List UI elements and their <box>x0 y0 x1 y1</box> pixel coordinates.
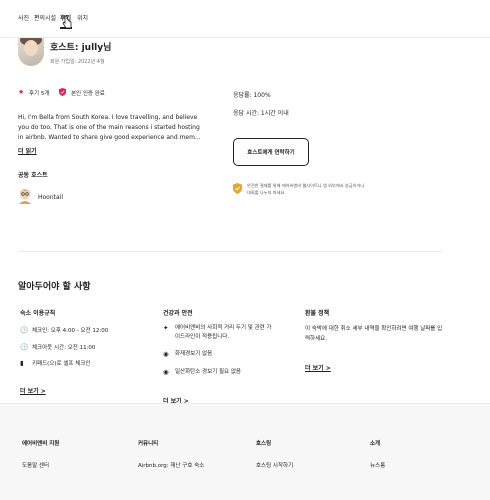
safety-text: 에어비앤비의 사회적 거리 두기 및 관련 가이드라인이 적용됩니다. <box>175 325 272 340</box>
health-safety-heading: 건강과 안전 <box>163 310 193 317</box>
refund-policy-text: 이 숙박에 대한 취소 세부 내역을 확인하려면 여행 날짜를 입력하세요. <box>305 326 443 342</box>
verified-shield-icon <box>59 88 66 96</box>
tab-location[interactable]: 위치 <box>77 13 88 22</box>
reviews-badge: 후기 5개 <box>29 91 50 97</box>
footer-start-hosting-link[interactable]: 호스팅 시작하기 <box>256 461 293 469</box>
tab-photos[interactable]: 사진 <box>18 13 29 22</box>
refund-policy-more-link[interactable]: 더 보기 > <box>305 363 331 372</box>
response-time: 응답 시간: 1시간 이내 <box>233 110 289 117</box>
host-description: Hi, I'm Bella from South Korea. I love t… <box>18 114 201 141</box>
cohost-heading: 공동 호스트 <box>18 172 48 179</box>
cohost-name: Hoontail <box>38 194 64 201</box>
clock-icon: 🕓 <box>20 343 29 351</box>
clock-icon: 🕓 <box>20 326 29 334</box>
refund-policy-heading: 환불 정책 <box>305 310 330 317</box>
house-rules-heading: 숙소 이용규칙 <box>20 310 56 317</box>
rule-text: 키패드(으)로 셀프 체크인 <box>32 361 91 367</box>
host-joined-date: 회원 가입일: 2022년 4월 <box>50 59 105 65</box>
sparkle-icon: ✦ <box>163 324 169 332</box>
footer-hosting-heading: 호스팅 <box>256 441 272 447</box>
co-alarm-icon: ◉ <box>163 368 169 376</box>
host-avatar[interactable] <box>18 38 44 66</box>
tab-amenities[interactable]: 편의시설 <box>34 13 56 22</box>
footer-support-heading: 에어비앤비 지원 <box>22 441 60 447</box>
payment-shield-icon <box>233 183 242 194</box>
cohost-avatar[interactable] <box>18 188 32 204</box>
smoke-alarm-icon: ◉ <box>163 350 169 358</box>
host-name: 호스트: jully님 <box>50 43 112 53</box>
self-checkin-rule: ▮ 키패드(으)로 셀프 체크인 <box>20 359 90 367</box>
section-divider <box>18 251 443 252</box>
safety-text: 화재경보기 없음 <box>175 351 213 357</box>
read-more-link[interactable]: 더 읽기 <box>18 146 37 155</box>
star-icon: ★ <box>18 88 25 96</box>
house-rules-more-link[interactable]: 더 보기 > <box>20 386 46 395</box>
footer-airbnb-org-link[interactable]: Airbnb.org: 재난 구호 숙소 <box>138 461 204 469</box>
checkout-rule: 🕓 체크아웃 시간: 오전 11:00 <box>20 343 95 351</box>
section-nav: 사진 편의시설 후기 위치 <box>0 0 490 38</box>
checkin-rule: 🕓 체크인: 오후 4:00 - 오전 12:00 <box>20 326 108 334</box>
footer-about-heading: 소개 <box>370 441 381 447</box>
things-to-know-heading: 알아두어야 할 사항 <box>18 282 91 292</box>
response-rate: 응답률: 100% <box>233 92 271 99</box>
footer-help-center-link[interactable]: 도움말 센터 <box>22 461 49 469</box>
hand-cursor-icon <box>62 15 72 29</box>
payment-safety-note: 안전한 결제를 위해 에어비앤비 웹사이트나 앱 외부에서 송금하거나 대화를 … <box>247 183 365 195</box>
rule-text: 체크아웃 시간: 오전 11:00 <box>32 345 96 351</box>
safety-text: 일산화탄소 경보기 필요 없음 <box>175 369 241 375</box>
footer-newsroom-link[interactable]: 뉴스룸 <box>370 461 385 469</box>
footer: 에어비앤비 지원 도움말 센터 커뮤니티 Airbnb.org: 재난 구호 숙… <box>0 403 490 500</box>
rule-text: 체크인: 오후 4:00 - 오전 12:00 <box>32 328 109 334</box>
footer-community-heading: 커뮤니티 <box>138 441 159 447</box>
keypad-icon: ▮ <box>20 359 24 367</box>
verified-badge: 본인 인증 완료 <box>71 91 105 97</box>
contact-host-button[interactable]: 호스트에게 연락하기 <box>233 138 309 166</box>
